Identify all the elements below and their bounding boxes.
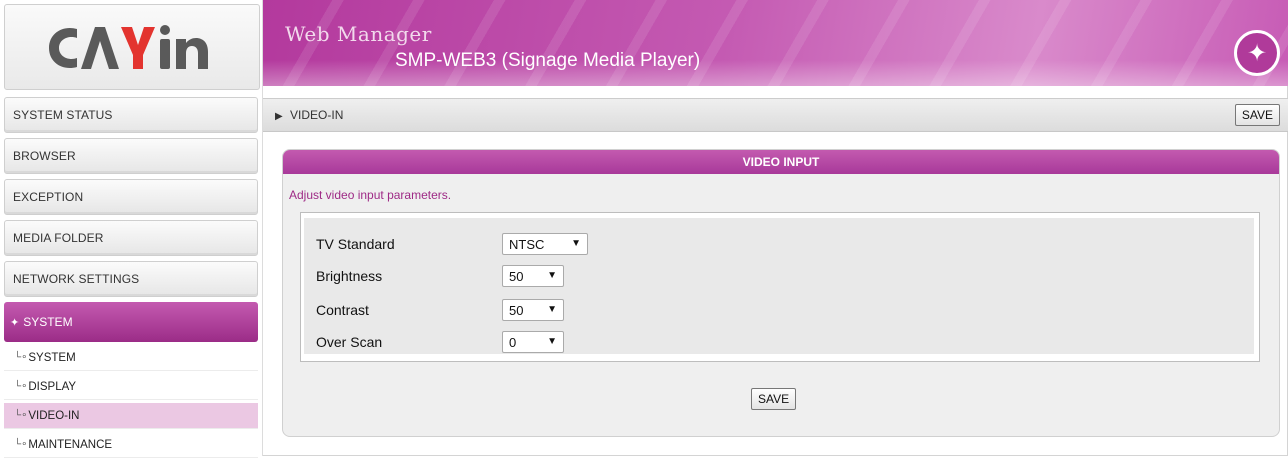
sidebar-item-media-folder[interactable]: MEDIA FOLDER (4, 220, 258, 256)
sidebar-item-network-settings[interactable]: NETWORK SETTINGS (4, 261, 258, 297)
sidebar-subitem-label: SYSTEM (28, 351, 76, 364)
sidebar-subitem-system[interactable]: └∘ SYSTEM (4, 345, 258, 371)
sub-item-branch-icon: └∘ (14, 381, 28, 392)
brightness-select[interactable]: 50 ▼ (502, 265, 564, 287)
select-value: 0 (509, 334, 517, 350)
header-subtitle: Web Manager (285, 22, 432, 46)
cayin-logo (49, 25, 208, 69)
save-button[interactable]: SAVE (751, 388, 797, 410)
sidebar-item-system[interactable]: ✦ SYSTEM (4, 302, 258, 342)
sub-item-branch-icon: └∘ (14, 439, 28, 450)
chevron-down-icon: ▼ (547, 304, 557, 315)
panel-title: VIDEO INPUT (283, 150, 1279, 174)
sidebar-subitem-maintenance[interactable]: └∘ MAINTENANCE (4, 432, 258, 458)
video-input-panel: VIDEO INPUT Adjust video input parameter… (282, 149, 1280, 437)
chevron-down-icon: ▼ (547, 270, 557, 281)
sidebar-subitem-video-in[interactable]: └∘ VIDEO-IN (4, 403, 258, 429)
breadcrumb-bar: ▶ VIDEO-IN SAVE (263, 98, 1288, 132)
sidebar-item-label: NETWORK SETTINGS (13, 272, 140, 286)
sidebar-item-exception[interactable]: EXCEPTION (4, 179, 258, 215)
sidebar-subitem-label: MAINTENANCE (28, 438, 113, 451)
chevron-down-icon: ▼ (571, 238, 581, 249)
sidebar-subitem-display[interactable]: └∘ DISPLAY (4, 374, 258, 400)
breadcrumb: ▶ VIDEO-IN (275, 108, 343, 122)
over-scan-select[interactable]: 0 ▼ (502, 331, 564, 353)
triangle-right-icon: ▶ (275, 111, 283, 122)
field-label-tv-standard: TV Standard (316, 236, 395, 252)
select-value: 50 (509, 268, 524, 284)
sidebar-item-browser[interactable]: BROWSER (4, 138, 258, 174)
chevron-down-icon: ▼ (547, 336, 557, 347)
contrast-select[interactable]: 50 ▼ (502, 299, 564, 321)
product-title: SMP-WEB3 (Signage Media Player) (395, 50, 701, 71)
select-value: 50 (509, 302, 524, 318)
sidebar-item-label: MEDIA FOLDER (13, 231, 104, 245)
sidebar-item-label: SYSTEM STATUS (13, 108, 113, 122)
sub-item-branch-icon: └∘ (14, 352, 28, 363)
wand-icon: ✦ (1234, 30, 1280, 76)
sidebar-subitem-label: VIDEO-IN (28, 409, 80, 422)
panel-description: Adjust video input parameters. (289, 188, 452, 202)
header-banner: Web Manager SMP-WEB3 (Signage Media Play… (263, 0, 1288, 86)
sidebar: SYSTEM STATUS BROWSER EXCEPTION MEDIA FO… (0, 0, 263, 458)
sub-item-branch-icon: └∘ (14, 410, 28, 421)
form-box: TV Standard NTSC ▼ Brightness 50 ▼ Contr… (300, 212, 1260, 362)
breadcrumb-label: VIDEO-IN (290, 108, 344, 122)
sidebar-item-label: SYSTEM (23, 315, 73, 329)
star-icon: ✦ (10, 316, 20, 329)
field-label-contrast: Contrast (316, 302, 369, 318)
sidebar-item-label: EXCEPTION (13, 190, 84, 204)
sidebar-subitem-label: DISPLAY (28, 380, 77, 393)
form-fields: TV Standard NTSC ▼ Brightness 50 ▼ Contr… (304, 218, 1254, 354)
field-label-over-scan: Over Scan (316, 334, 383, 350)
select-value: NTSC (509, 236, 545, 252)
sidebar-item-label: BROWSER (13, 149, 76, 163)
field-label-brightness: Brightness (316, 268, 383, 284)
sidebar-item-system-status[interactable]: SYSTEM STATUS (4, 97, 258, 133)
logo-box (4, 4, 260, 90)
save-button-top[interactable]: SAVE (1234, 104, 1280, 126)
tv-standard-select[interactable]: NTSC ▼ (502, 233, 588, 255)
